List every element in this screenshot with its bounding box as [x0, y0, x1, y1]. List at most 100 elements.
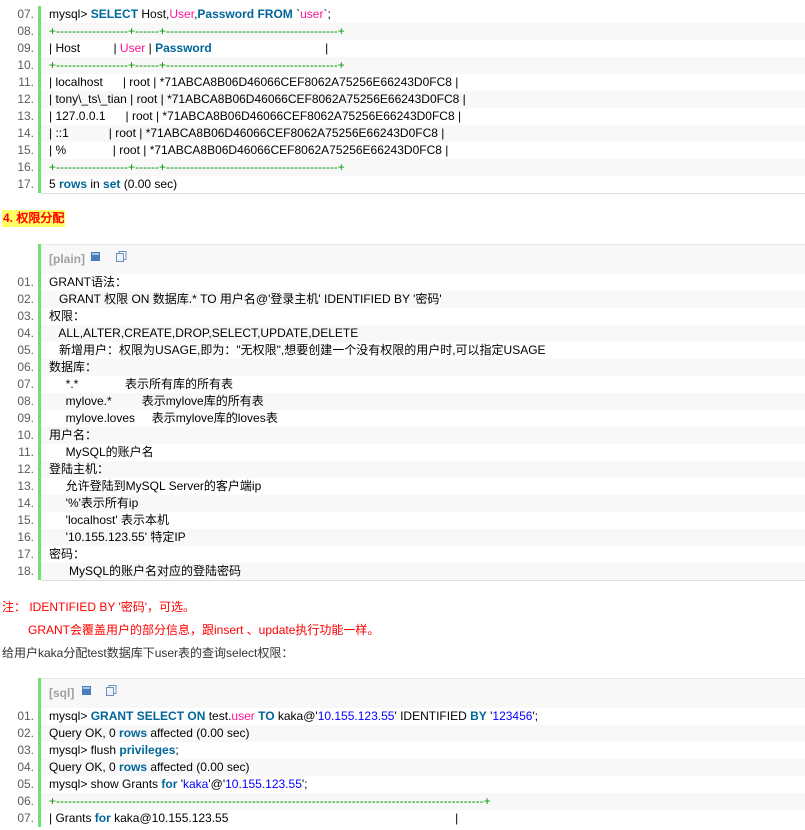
copy-icon[interactable] — [116, 251, 127, 262]
code-text: +---------------------------------------… — [41, 793, 805, 810]
view-source-icon[interactable] — [91, 252, 100, 261]
code-text: +------------------+------+-------------… — [41, 23, 805, 40]
code-block-grant-example: [sql] 01. mysql> GRANT SELECT ON test.use… — [0, 678, 805, 827]
code-line: 02. GRANT 权限 ON 数据库.* TO 用户名@'登录主机' IDEN… — [0, 291, 805, 308]
line-number: 08. — [17, 24, 34, 38]
code-token: | localhost | root | *71ABCA8B06D46066CE… — [49, 75, 459, 89]
code-text: mylove.* 表示mylove库的所有表 — [41, 393, 805, 410]
code-token: SELECT — [136, 709, 185, 723]
code-text: 密码： — [41, 546, 805, 563]
code-token: Password — [197, 7, 255, 21]
code-token: mysql> — [49, 7, 91, 21]
code-block-select-users: 07. mysql> SELECT Host,User,Password FROM… — [0, 6, 805, 194]
code-line: 08. +------------------+------+----------… — [0, 23, 805, 40]
line-number: 07. — [17, 811, 34, 825]
code-token: kaka@' — [274, 709, 318, 723]
code-text: 允许登陆到MySQL Server的客户端ip — [41, 478, 805, 495]
code-token: Query OK, 0 — [49, 760, 120, 774]
code-token: FROM — [257, 7, 293, 21]
line-number: 14. — [17, 126, 34, 140]
code-token: privileges — [119, 743, 176, 757]
code-token: GRANT 权限 ON 数据库.* TO 用户名@'登录主机' IDENTIFI… — [49, 292, 442, 306]
code-text: *.* 表示所有库的所有表 — [41, 376, 805, 393]
code-token: 数据库： — [49, 360, 98, 374]
code-token: mylove.loves 表示mylove库的loves表 — [49, 411, 278, 425]
code-token: 'localhost' 表示本机 — [49, 513, 169, 527]
code-line: 02. Query OK, 0 rows affected (0.00 sec) — [0, 725, 805, 742]
code-text: '10.155.123.55' 特定IP — [41, 529, 805, 546]
code-line: 01. mysql> GRANT SELECT ON test.user TO k… — [0, 708, 805, 725]
code-lines: 07. mysql> SELECT Host,User,Password FROM… — [0, 6, 805, 194]
line-number: 07. — [17, 7, 34, 21]
code-token: affected (0.00 sec) — [147, 726, 250, 740]
code-token: in — [87, 177, 104, 191]
code-line: 09. | Host | User | Password | — [0, 40, 805, 57]
code-line: 01. GRANT语法： — [0, 274, 805, 291]
code-token: 123456 — [492, 709, 533, 723]
code-token: User — [169, 7, 195, 21]
code-line: 07. *.* 表示所有库的所有表 — [0, 376, 805, 393]
code-token: | Grants — [49, 811, 95, 825]
code-token: | — [145, 41, 156, 55]
line-number: 02. — [17, 292, 34, 306]
line-number: 02. — [17, 726, 34, 740]
code-token: affected (0.00 sec) — [147, 760, 250, 774]
code-line: 11. | localhost | root | *71ABCA8B06D4606… — [0, 74, 805, 91]
code-text: MySQL的账户名 — [41, 444, 805, 461]
code-text: 5 rows in set (0.00 sec) — [41, 176, 805, 194]
code-token: Host, — [138, 7, 170, 21]
line-number: 16. — [17, 530, 34, 544]
line-number: 11. — [18, 445, 34, 459]
code-token: 权限： — [49, 309, 86, 323]
line-number: 15. — [17, 513, 34, 527]
code-line: 03. 权限： — [0, 308, 805, 325]
code-token: '%'表示所有ip — [49, 496, 139, 510]
code-text: | % | root | *71ABCA8B06D46066CEF8062A75… — [41, 142, 805, 159]
code-text: 'localhost' 表示本机 — [41, 512, 805, 529]
code-lines: 01. mysql> GRANT SELECT ON test.user TO k… — [0, 708, 805, 827]
code-line: 10. +------------------+------+----------… — [0, 57, 805, 74]
line-number: 15. — [17, 143, 34, 157]
code-token: SELECT — [90, 7, 139, 21]
code-token: 密码： — [49, 547, 86, 561]
code-text: 权限： — [41, 308, 805, 325]
language-label: [plain] — [49, 252, 85, 266]
code-text: | Grants for kaka@10.155.123.55 | — [41, 810, 805, 827]
code-token: ALL,ALTER,CREATE,DROP,SELECT,UPDATE,DELE… — [49, 326, 359, 340]
line-number: 17. — [17, 547, 34, 561]
code-block-grant-syntax: [plain] 01. GRANT语法： 02. GRANT 权限 ON 数据库.*… — [0, 244, 805, 581]
code-token: mysql> show Grants — [49, 777, 162, 791]
line-number: 05. — [17, 777, 34, 791]
view-source-icon[interactable] — [82, 686, 91, 695]
code-line: 12. 登陆主机： — [0, 461, 805, 478]
code-token: +------------------+------+-------------… — [49, 58, 345, 72]
code-line: 08. mylove.* 表示mylove库的所有表 — [0, 393, 805, 410]
code-line: 14. | ::1 | root | *71ABCA8B06D46066CEF80… — [0, 125, 805, 142]
line-number: 12. — [17, 92, 34, 106]
code-text: GRANT 权限 ON 数据库.* TO 用户名@'登录主机' IDENTIFI… — [41, 291, 805, 308]
line-number: 17. — [17, 177, 34, 191]
code-token: GRANT — [90, 709, 134, 723]
code-line: 15. 'localhost' 表示本机 — [0, 512, 805, 529]
code-line: 14. '%'表示所有ip — [0, 495, 805, 512]
code-line: 05. 新增用户：权限为USAGE,即为："无权限",想要创建一个没有权限的用户… — [0, 342, 805, 359]
line-number: 09. — [17, 411, 34, 425]
line-number: 10. — [17, 58, 34, 72]
code-token: '10.155.123.55' 特定IP — [49, 530, 186, 544]
code-token: ON — [187, 709, 206, 723]
code-token: mysql> flush — [49, 743, 120, 757]
code-text: | ::1 | root | *71ABCA8B06D46066CEF8062A… — [41, 125, 805, 142]
line-number: 09. — [17, 41, 34, 55]
line-number: 05. — [17, 343, 34, 357]
copy-icon[interactable] — [106, 685, 117, 696]
note-assign-kaka: 给用户kaka分配test数据库下user表的查询select权限： — [2, 646, 294, 660]
code-token: *.* 表示所有库的所有表 — [49, 377, 234, 391]
code-text: +------------------+------+-------------… — [41, 159, 805, 176]
code-block-toolbar: [sql] — [0, 678, 805, 709]
code-line: 09. mylove.loves 表示mylove库的loves表 — [0, 410, 805, 427]
line-number: 16. — [17, 160, 34, 174]
line-number: 12. — [17, 462, 34, 476]
code-text: mysql> flush privileges; — [41, 742, 805, 759]
code-token: mysql> — [49, 709, 91, 723]
code-token: rows — [119, 726, 148, 740]
